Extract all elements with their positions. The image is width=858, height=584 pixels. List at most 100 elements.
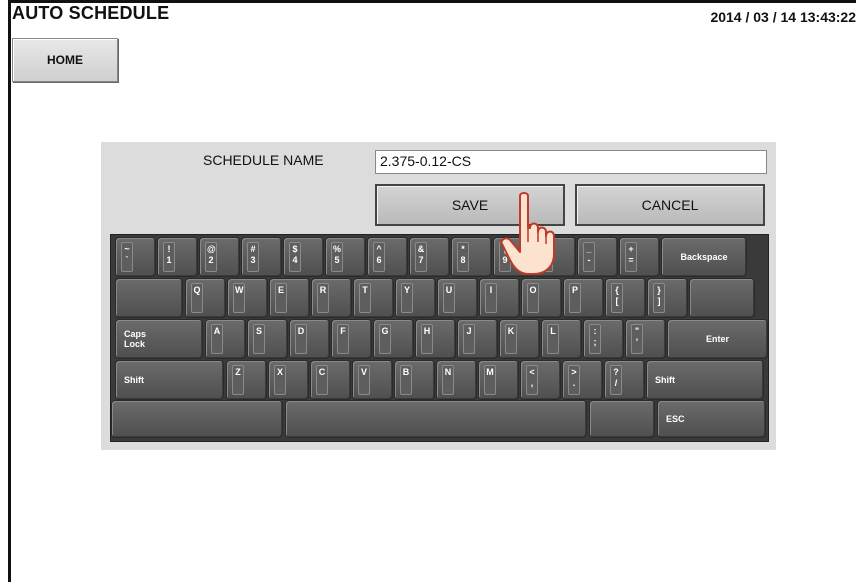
key[interactable]: }] <box>647 278 688 318</box>
key-top-glyph: < <box>529 367 535 377</box>
key[interactable]: V <box>352 360 393 400</box>
key-top-glyph: K <box>507 326 515 336</box>
key[interactable]: B <box>394 360 435 400</box>
key-label: ? / <box>610 365 622 395</box>
key-label: E <box>275 283 287 313</box>
key-bottom-glyph: [ <box>615 296 619 306</box>
key[interactable]: & 7 <box>409 237 450 277</box>
caps-lock-key[interactable]: Caps Lock <box>115 319 203 359</box>
key[interactable]: J <box>457 319 498 359</box>
key-top-glyph: E <box>277 285 284 295</box>
key[interactable]: C <box>310 360 351 400</box>
key-top-glyph: } <box>657 285 661 295</box>
cancel-button[interactable]: CANCEL <box>575 184 765 226</box>
key[interactable]: >. <box>562 360 603 400</box>
key-top-glyph: D <box>297 326 305 336</box>
key[interactable]: M <box>478 360 519 400</box>
key-top-glyph: L <box>550 326 556 336</box>
key[interactable]: H <box>415 319 456 359</box>
key-bottom-glyph: - <box>587 255 591 265</box>
key-label: ^ 6 <box>373 242 385 272</box>
key[interactable]: <, <box>520 360 561 400</box>
datetime-display: 2014 / 03 / 14 13:43:22 <box>710 9 856 25</box>
key[interactable]: " ' <box>625 319 666 359</box>
key-label: _ - <box>583 242 595 272</box>
key[interactable]: D <box>289 319 330 359</box>
key[interactable]: {[ <box>605 278 646 318</box>
key-top-glyph: & <box>417 244 425 254</box>
key[interactable]: + = <box>619 237 660 277</box>
tab-key[interactable] <box>115 278 183 318</box>
key[interactable]: R <box>311 278 352 318</box>
key-top-glyph: X <box>276 367 283 377</box>
key-label: >. <box>568 365 580 395</box>
key[interactable]: A <box>205 319 246 359</box>
key-label: Q <box>191 283 203 313</box>
key[interactable]: G <box>373 319 414 359</box>
key[interactable]: :; <box>583 319 624 359</box>
key[interactable]: U <box>437 278 478 318</box>
key[interactable]: I <box>479 278 520 318</box>
key[interactable]: W <box>227 278 268 318</box>
home-button[interactable]: HOME <box>12 38 118 82</box>
key[interactable]: L <box>541 319 582 359</box>
backslash-key[interactable] <box>689 278 755 318</box>
right-shift-key[interactable]: Shift <box>646 360 764 400</box>
key-label: J <box>463 324 475 354</box>
key-top-glyph: W <box>235 285 244 295</box>
key-label: G <box>379 324 391 354</box>
key-bottom-glyph: . <box>572 378 576 388</box>
key[interactable]: ? / <box>604 360 645 400</box>
key-top-glyph: S <box>255 326 262 336</box>
key[interactable]: Y <box>395 278 436 318</box>
key[interactable]: E <box>269 278 310 318</box>
key[interactable]: % 5 <box>325 237 366 277</box>
key-label: D <box>295 324 307 354</box>
key[interactable]: _ - <box>577 237 618 277</box>
key-label: % 5 <box>331 242 343 272</box>
key[interactable]: ~ ` <box>115 237 156 277</box>
key[interactable]: F <box>331 319 372 359</box>
space-key[interactable] <box>285 400 587 438</box>
key[interactable]: ! 1 <box>157 237 198 277</box>
key[interactable]: S <box>247 319 288 359</box>
key-label: C <box>316 365 328 395</box>
key[interactable]: P <box>563 278 604 318</box>
key-top-glyph: % <box>333 244 342 254</box>
key[interactable]: T <box>353 278 394 318</box>
enter-key[interactable]: Enter <box>667 319 768 359</box>
blank-right-key[interactable] <box>589 400 655 438</box>
page-title: AUTO SCHEDULE <box>12 3 170 23</box>
left-shift-key[interactable]: Shift <box>115 360 224 400</box>
key-bottom-glyph: ' <box>635 337 639 347</box>
backspace-key[interactable]: Backspace <box>661 237 747 277</box>
key-bottom-glyph: 1 <box>166 255 172 265</box>
esc-key[interactable]: ESC <box>657 400 766 438</box>
key[interactable]: #3 <box>241 237 282 277</box>
key-top-glyph: @ <box>207 244 216 254</box>
blank-left-key[interactable] <box>111 400 283 438</box>
key[interactable]: @2 <box>199 237 240 277</box>
schedule-name-input[interactable]: 2.375-0.12-CS <box>375 150 767 174</box>
key-top-glyph: T <box>362 285 368 295</box>
key-label: * 8 <box>457 242 469 272</box>
key[interactable]: ^ 6 <box>367 237 408 277</box>
key[interactable]: K <box>499 319 540 359</box>
key-label: ! 1 <box>163 242 175 272</box>
key-top-glyph: Y <box>403 285 410 295</box>
key[interactable]: * 8 <box>451 237 492 277</box>
key-label: " ' <box>631 324 643 354</box>
key-label: {[ <box>611 283 623 313</box>
enter-key-label: Enter <box>705 334 729 344</box>
key-label: A <box>211 324 223 354</box>
key[interactable]: O <box>521 278 562 318</box>
key[interactable]: $4 <box>283 237 324 277</box>
key-top-glyph: F <box>340 326 346 336</box>
caps-lock-key-label: Caps Lock <box>124 329 147 349</box>
key[interactable]: Q <box>185 278 226 318</box>
key[interactable]: Z <box>226 360 267 400</box>
key[interactable]: X <box>268 360 309 400</box>
key-top-glyph: ^ <box>376 244 382 254</box>
key-top-glyph: # <box>250 244 256 254</box>
key[interactable]: N <box>436 360 477 400</box>
